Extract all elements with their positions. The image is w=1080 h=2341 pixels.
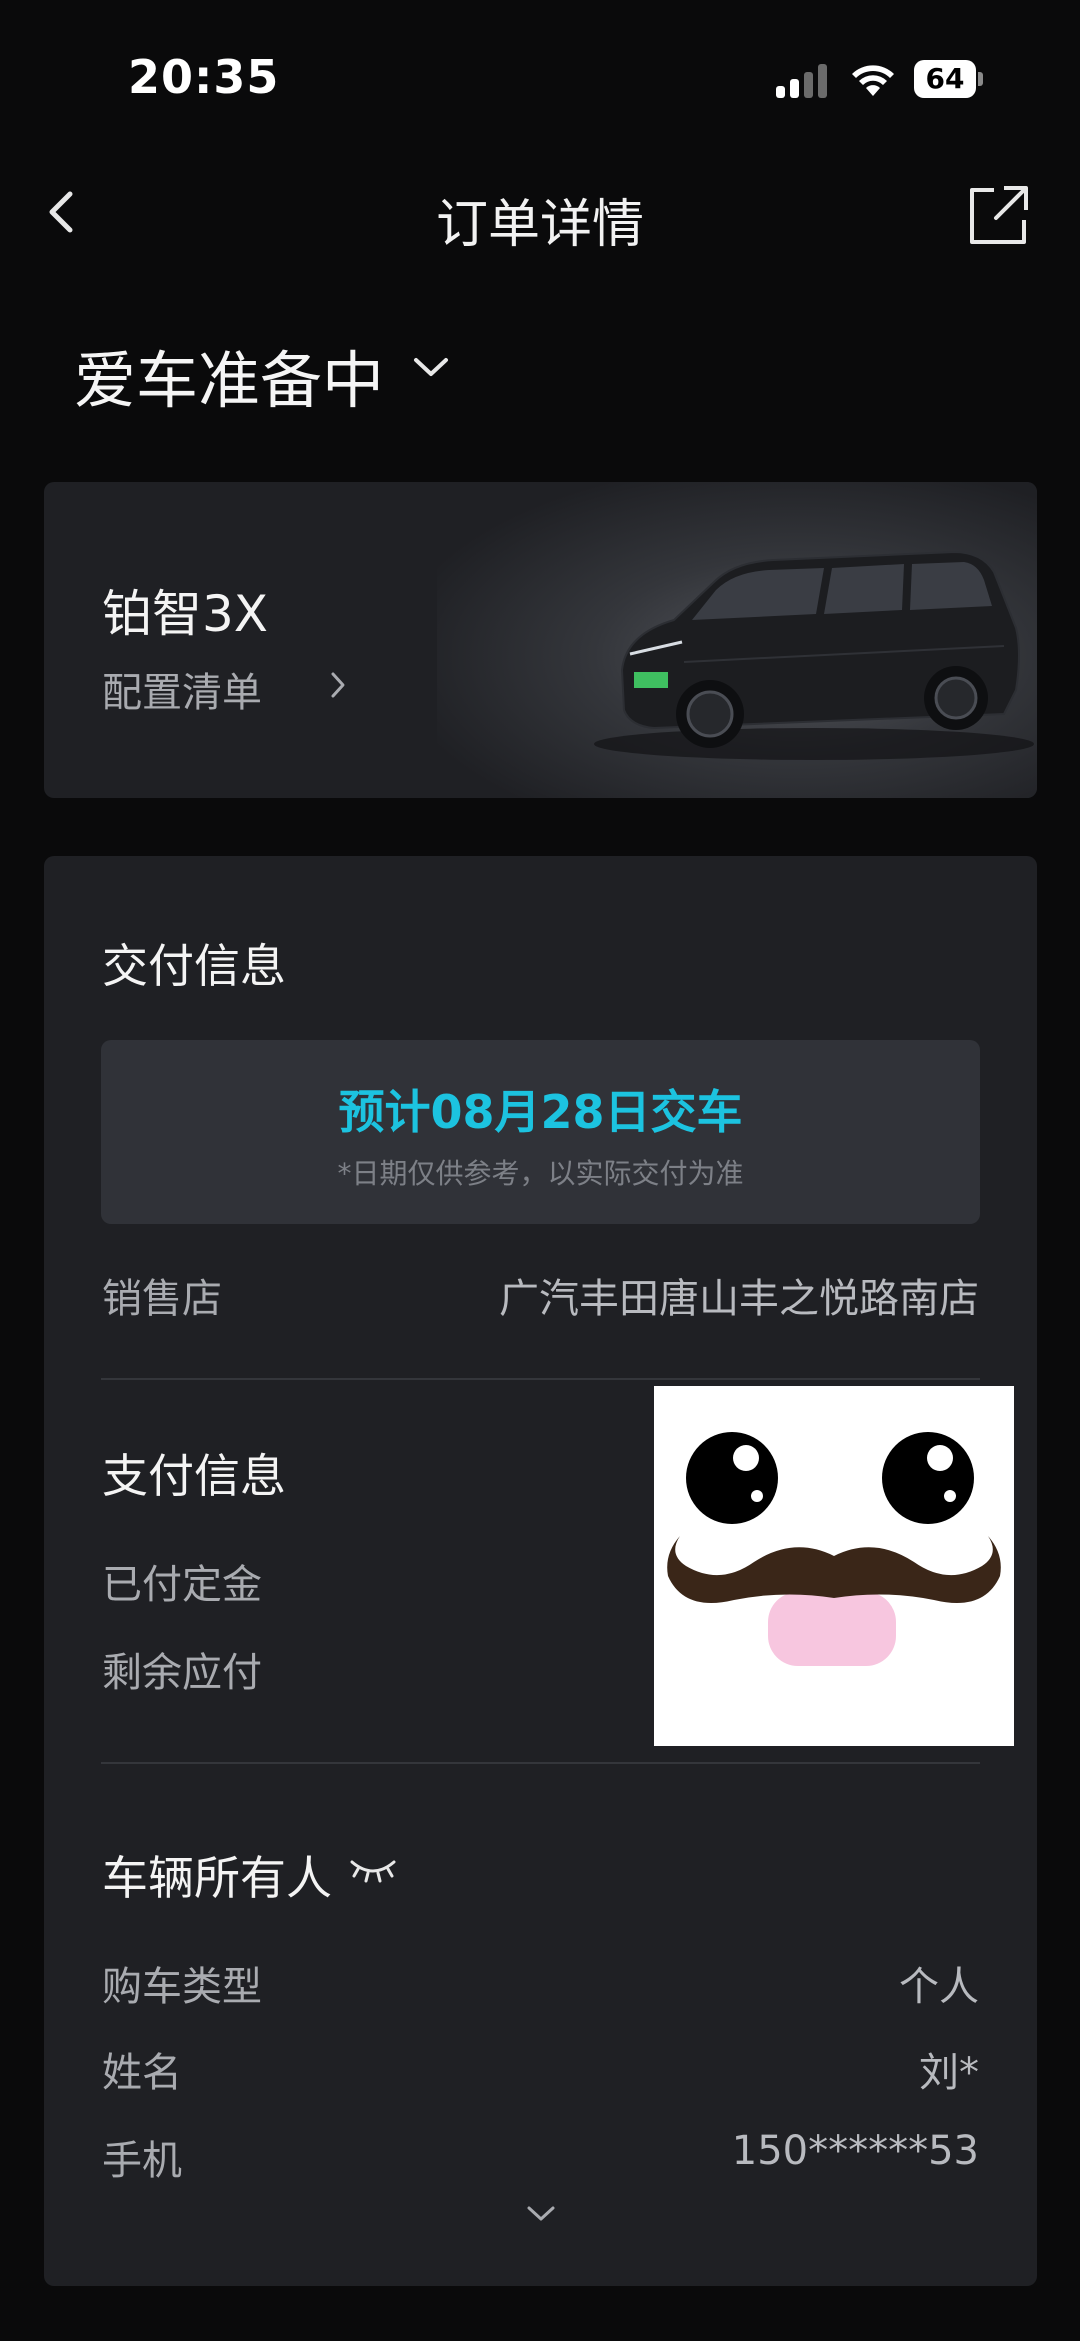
divider	[101, 1762, 980, 1764]
store-label: 销售店	[102, 1276, 222, 1322]
delivery-date: 预计08月28日交车	[338, 1085, 743, 1139]
chevron-down-icon[interactable]	[410, 352, 452, 382]
config-list-link[interactable]: 配置清单	[102, 660, 262, 718]
chevron-right-icon[interactable]	[328, 668, 348, 702]
divider	[101, 1378, 980, 1380]
car-model-name: 铂智3X	[102, 585, 269, 643]
delivery-note: *日期仅供参考，以实际交付为准	[337, 1157, 744, 1190]
delivery-estimate-box: 预计08月28日交车 *日期仅供参考，以实际交付为准	[101, 1040, 980, 1224]
deposit-paid-label: 已付定金	[102, 1562, 262, 1608]
car-card[interactable]: 铂智3X 配置清单	[44, 482, 1037, 798]
mustache-face-sticker	[654, 1386, 1014, 1746]
share-icon[interactable]	[968, 184, 1030, 246]
battery-level: 64	[914, 60, 976, 98]
purchase-type-value: 个人	[899, 1964, 979, 2010]
payment-info-title: 支付信息	[102, 1449, 286, 1503]
owner-name-value: 刘*	[919, 2050, 979, 2096]
store-value: 广汽丰田唐山丰之悦路南店	[499, 1276, 979, 1322]
chevron-down-icon[interactable]	[526, 2204, 556, 2224]
phone-label: 手机	[102, 2138, 182, 2184]
eye-closed-icon[interactable]	[348, 1854, 398, 1884]
phone-value: 150******53	[731, 2128, 979, 2174]
cellular-signal-icon	[776, 64, 827, 98]
nav-bar: 订单详情	[0, 160, 1080, 270]
delivery-info-title: 交付信息	[102, 939, 286, 993]
order-detail-page: 20:35 64 订单详情 爱车准备中 铂智3X 配置清单 交付信息 预计08月…	[0, 0, 1080, 2341]
status-bar: 20:35 64	[0, 0, 1080, 160]
page-title: 订单详情	[435, 195, 644, 255]
battery-icon: 64	[914, 60, 984, 98]
status-time: 20:35	[128, 50, 280, 104]
wifi-icon	[852, 65, 894, 96]
purchase-type-label: 购车类型	[102, 1964, 262, 2010]
owner-name-label: 姓名	[102, 2050, 182, 2096]
order-info-card: 交付信息 预计08月28日交车 *日期仅供参考，以实际交付为准 销售店 广汽丰田…	[44, 856, 1037, 2286]
vehicle-owner-title: 车辆所有人	[102, 1851, 332, 1905]
remaining-due-label: 剩余应付	[102, 1650, 262, 1696]
order-status-label[interactable]: 爱车准备中	[74, 330, 384, 420]
car-image	[594, 550, 1034, 760]
